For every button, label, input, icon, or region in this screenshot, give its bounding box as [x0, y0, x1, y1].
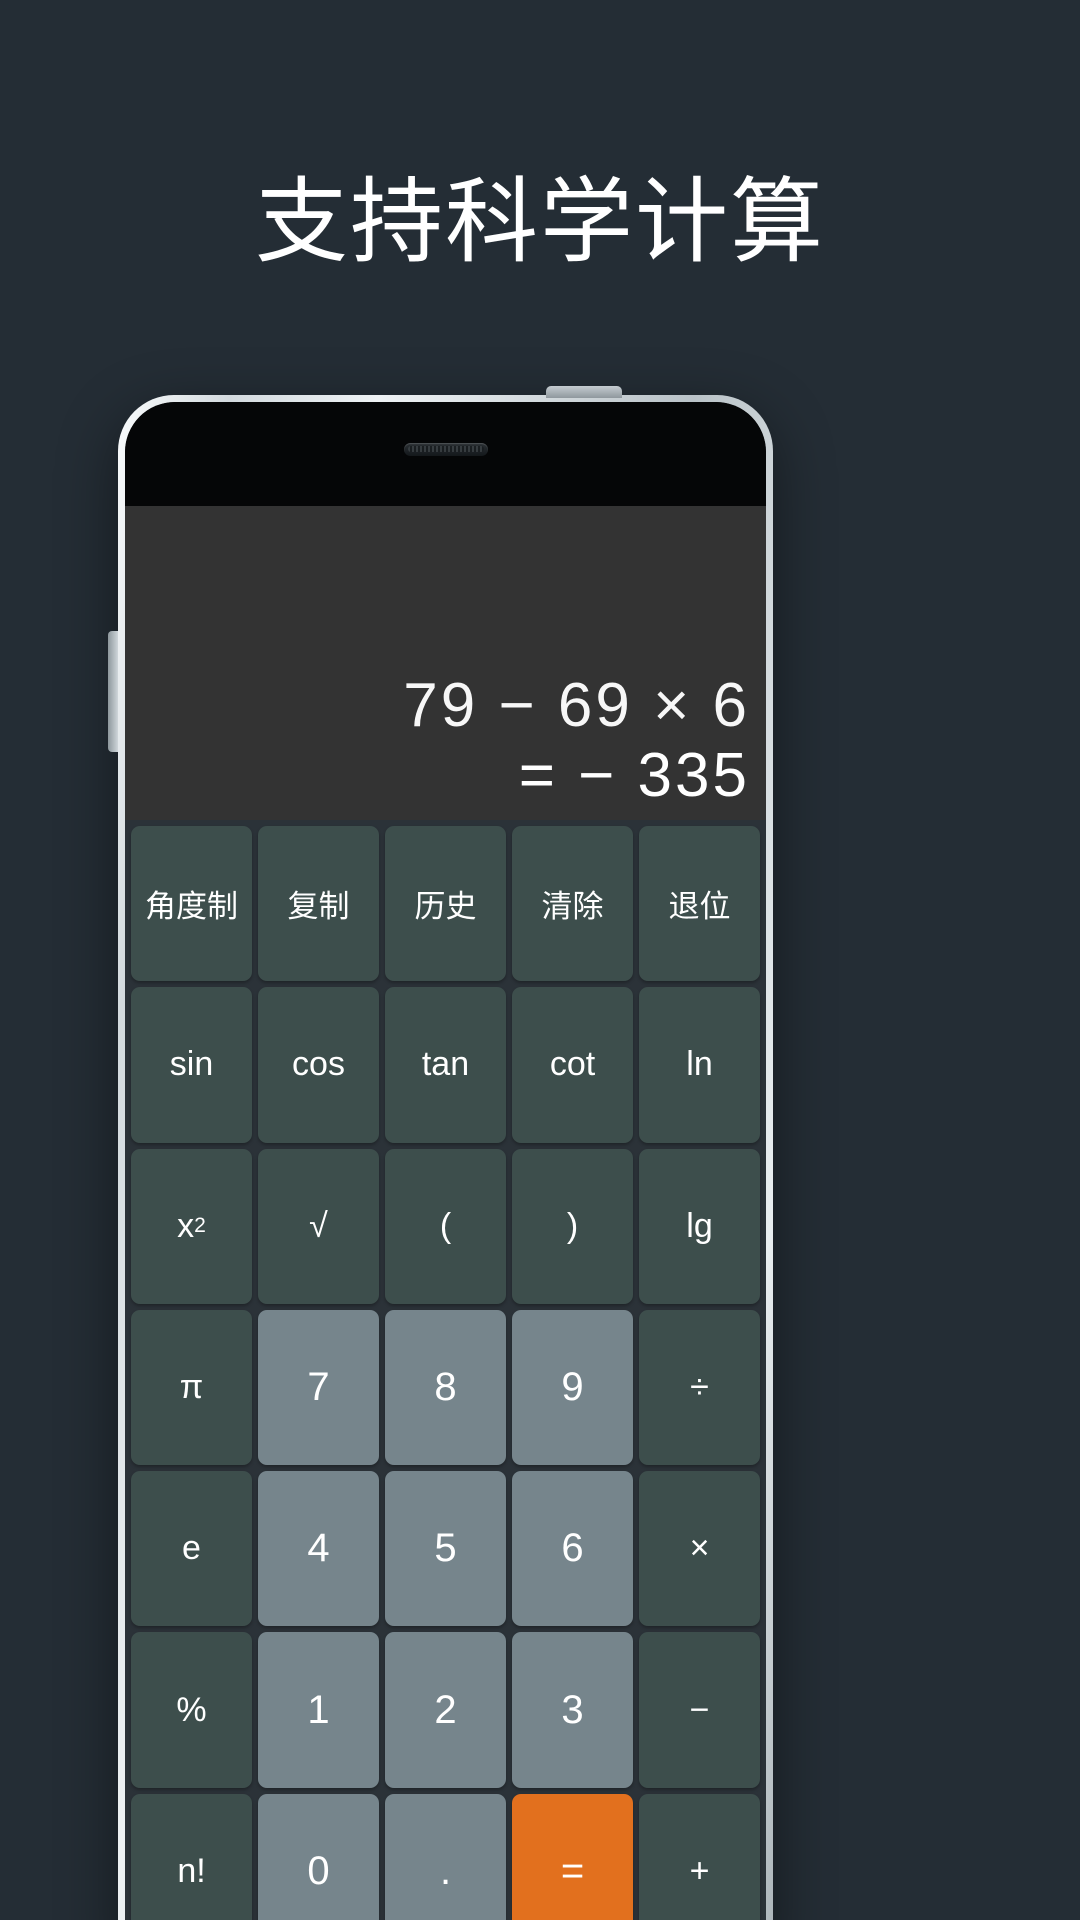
key-copy[interactable]: 复制	[258, 826, 379, 982]
key-left-paren-label: (	[439, 1206, 452, 1245]
key-degree-mode-label: 角度制	[145, 889, 238, 926]
key-e-label: e	[182, 1529, 201, 1568]
key-4-label: 4	[307, 1526, 330, 1571]
key-square-base: x	[177, 1206, 195, 1245]
key-2[interactable]: 2	[385, 1632, 506, 1788]
key-9-label: 9	[561, 1364, 584, 1409]
key-percent[interactable]: %	[131, 1632, 252, 1788]
key-clear[interactable]: 清除	[512, 826, 633, 982]
key-history[interactable]: 历史	[385, 826, 506, 982]
earpiece-speaker-icon	[403, 443, 488, 456]
key-7[interactable]: 7	[258, 1309, 379, 1466]
phone-top-nub	[546, 386, 622, 398]
key-cot[interactable]: cot	[512, 987, 633, 1143]
key-0[interactable]: 0	[258, 1793, 379, 1920]
key-ln-label: ln	[686, 1045, 713, 1084]
key-equals[interactable]: =	[512, 1793, 633, 1920]
key-ln[interactable]: ln	[639, 987, 760, 1143]
key-right-paren[interactable]: )	[512, 1148, 633, 1304]
key-factorial-label: n!	[177, 1851, 206, 1890]
promo-stage: 支持科学计算 79 − 69 × 6 = − 335 角度制 复制 历史 清除 退位 si…	[0, 0, 1080, 1920]
key-8-label: 8	[434, 1364, 457, 1409]
key-multiply[interactable]: ×	[639, 1471, 760, 1627]
key-degree-mode[interactable]: 角度制	[131, 826, 252, 982]
key-cos-label: cos	[292, 1045, 345, 1084]
key-1[interactable]: 1	[258, 1632, 379, 1788]
key-subtract[interactable]: −	[639, 1632, 760, 1788]
key-6-label: 6	[561, 1526, 584, 1571]
key-backspace-label: 退位	[668, 889, 731, 926]
key-log10-label: lg	[686, 1206, 713, 1245]
key-decimal-label: .	[439, 1848, 452, 1893]
key-7-label: 7	[307, 1364, 330, 1409]
key-decimal[interactable]: .	[385, 1793, 506, 1920]
key-right-paren-label: )	[566, 1206, 579, 1245]
key-pi[interactable]: π	[131, 1309, 252, 1466]
key-4[interactable]: 4	[258, 1471, 379, 1627]
key-6[interactable]: 6	[512, 1471, 633, 1627]
key-5-label: 5	[434, 1526, 457, 1571]
key-add[interactable]: +	[639, 1793, 760, 1920]
key-tan[interactable]: tan	[385, 987, 506, 1143]
key-5[interactable]: 5	[385, 1471, 506, 1627]
key-sin-label: sin	[169, 1045, 214, 1084]
key-clear-label: 清除	[541, 889, 604, 926]
key-cos[interactable]: cos	[258, 987, 379, 1143]
key-tan-label: tan	[421, 1045, 470, 1084]
key-subtract-label: −	[689, 1690, 710, 1729]
phone-screen-area: 79 − 69 × 6 = − 335 角度制 复制 历史 清除 退位 sin cos tan…	[125, 402, 766, 1920]
calculator-keypad: 角度制 复制 历史 清除 退位 sin cos tan cot ln x 2 √() lg π 7 8 9 ÷ e 4 5…	[125, 820, 766, 1920]
key-divide-label: ÷	[690, 1367, 709, 1406]
key-percent-label: %	[176, 1690, 207, 1729]
calculator-display: 79 − 69 × 6 = − 335	[125, 506, 766, 820]
key-multiply-label: ×	[689, 1529, 710, 1568]
power-button[interactable]	[108, 631, 118, 752]
display-expression: 79 − 69 × 6	[403, 671, 750, 741]
key-sin[interactable]: sin	[131, 987, 252, 1143]
key-2-label: 2	[434, 1687, 457, 1732]
phone-mockup: 79 − 69 × 6 = − 335 角度制 复制 历史 清除 退位 sin cos tan…	[108, 386, 773, 1920]
key-e[interactable]: e	[131, 1471, 252, 1627]
key-factorial[interactable]: n!	[131, 1793, 252, 1920]
phone-bezel-top	[125, 402, 766, 506]
key-divide[interactable]: ÷	[639, 1309, 760, 1466]
key-add-label: +	[689, 1851, 710, 1890]
key-square[interactable]: x2	[131, 1148, 252, 1304]
key-0-label: 0	[307, 1848, 330, 1893]
key-copy-label: 复制	[287, 889, 350, 926]
key-3[interactable]: 3	[512, 1632, 633, 1788]
key-cot-label: cot	[549, 1045, 596, 1084]
key-1-label: 1	[307, 1687, 330, 1732]
key-9[interactable]: 9	[512, 1309, 633, 1466]
key-history-label: 历史	[414, 889, 477, 926]
key-equals-label: =	[560, 1848, 585, 1893]
key-pi-label: π	[179, 1367, 204, 1406]
display-result: = − 335	[518, 740, 750, 810]
key-left-paren[interactable]: (	[385, 1148, 506, 1304]
key-log10[interactable]: lg	[639, 1148, 760, 1304]
page-title: 支持科学计算	[255, 168, 825, 276]
calculator-app: 79 − 69 × 6 = − 335 角度制 复制 历史 清除 退位 sin cos tan…	[125, 506, 766, 1920]
key-square-root[interactable]: √	[258, 1148, 379, 1304]
key-8[interactable]: 8	[385, 1309, 506, 1466]
key-3-label: 3	[561, 1687, 584, 1732]
key-backspace[interactable]: 退位	[639, 826, 760, 982]
key-square-root-label: √	[309, 1206, 328, 1245]
